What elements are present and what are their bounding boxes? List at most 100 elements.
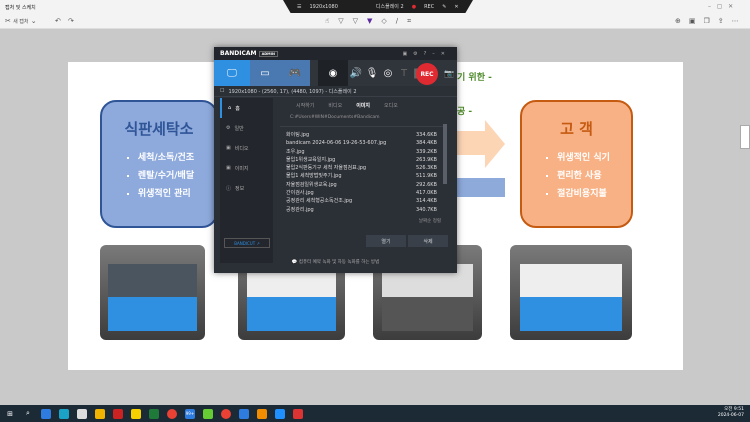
game-mode-button[interactable]: 🎮 [280, 60, 310, 86]
file-name: 물입2식판등기구 세척 자율점검표.jpg [286, 165, 367, 172]
right-tools[interactable]: ⊕▣❐⇪⋯ [675, 17, 747, 25]
chrome-icon[interactable] [221, 408, 231, 419]
file-name: bandicam 2024-06-06 19-26-53-607.jpg [286, 140, 387, 147]
photo-4 [510, 245, 632, 340]
sidebar-item-info[interactable]: ⓘ 정보 [220, 178, 273, 198]
hdmi-mode-button[interactable]: ▭ [250, 60, 280, 86]
file-name: 조우.jpg [286, 148, 305, 155]
tab-image[interactable]: 이미지 [356, 102, 370, 109]
camera-icon[interactable]: 📷 [444, 69, 454, 78]
file-row[interactable]: 간이검사.jpg 417.0KB [276, 189, 451, 197]
file-name: 물입1위생교육일지.jpg [286, 156, 336, 163]
text-icon[interactable]: T [396, 60, 412, 86]
sort-button[interactable]: 날짜순 정렬 [419, 218, 441, 224]
pen-icon[interactable]: ✎ [442, 4, 446, 10]
app-icon[interactable] [275, 408, 285, 419]
gear-icon: ⚙ [226, 125, 231, 131]
file-size: 340.7KB [415, 206, 437, 213]
app-title: 캡처 및 스케치 [5, 5, 36, 11]
checkbox-icon[interactable]: ☐ [220, 88, 224, 94]
bandicam-icon[interactable] [113, 408, 123, 419]
recording-bar[interactable]: ☰ 1920x1080 디스플레이 2 ● REC ✎ ✕ [283, 0, 473, 13]
right-box: 고 객 위생적인 식기편리한 사용절감비용지불 [520, 100, 633, 228]
sidebar-item-video[interactable]: ▣ 비디오 [220, 138, 273, 158]
mic-icon[interactable]: 🎙 [364, 60, 380, 86]
chrome-icon[interactable] [167, 408, 177, 419]
blue-bar [450, 178, 505, 197]
arrow-head [485, 120, 505, 168]
screen-mode-button[interactable]: 🖵 [214, 60, 250, 86]
list-item: 편리한 사용 [557, 168, 610, 181]
file-row[interactable]: 화이팅.jpg 334.6KB [276, 131, 451, 139]
display-label: 디스플레이 2 [375, 4, 404, 10]
tab-start[interactable]: 시작하기 [296, 102, 314, 109]
window-controls[interactable]: – ▢ ✕ [708, 3, 733, 10]
sidebar-item-image[interactable]: ▣ 이미지 [220, 158, 273, 178]
scrollbar[interactable] [443, 124, 447, 184]
list-item: 절감비용지불 [557, 186, 610, 199]
file-name: 공정관리.jpg [286, 206, 314, 213]
rec-button[interactable]: REC [416, 63, 438, 85]
file-size: 292.6KB [415, 181, 437, 188]
explorer-icon[interactable] [95, 408, 105, 419]
file-row[interactable]: 물입1위생교육일지.jpg 263.9KB [276, 156, 451, 164]
video-icon: ▣ [226, 145, 231, 151]
store-icon[interactable] [77, 408, 87, 419]
sidebar-item-general[interactable]: ⚙ 일반 [220, 118, 273, 138]
slide-text-2: 공 - [457, 107, 473, 117]
doc-icon[interactable] [257, 408, 267, 419]
search-icon[interactable]: ⌕ [23, 409, 33, 419]
rec-label[interactable]: REC [424, 4, 434, 10]
file-size: 526.3KB [415, 165, 437, 172]
file-size: 339.2KB [415, 148, 437, 155]
sidebar-item-home[interactable]: ⌂ 홈 [220, 98, 273, 118]
edge-icon[interactable] [59, 408, 69, 419]
side-popup[interactable] [740, 125, 750, 149]
file-row[interactable]: 자율점검일위생교육.jpg 292.6KB [276, 181, 451, 189]
resolution-label: 1920x1080 [309, 3, 338, 10]
app-icon[interactable] [41, 408, 51, 419]
left-box-title: 식판세탁소 [124, 120, 194, 138]
delete-button[interactable]: 삭제 [408, 235, 448, 247]
file-name: 물입1 세척방법및주기.jpg [286, 173, 342, 180]
bandicam-logo: BANDICAM ADMIN [220, 50, 278, 57]
start-icon[interactable]: ⊞ [5, 409, 15, 419]
file-row[interactable]: bandicam 2024-06-06 19-26-53-607.jpg 384.… [276, 139, 451, 147]
list-item: 세척/소독/건조 [138, 150, 194, 163]
new-capture-button[interactable]: ✂ 새 캡처 ⌄ [5, 17, 37, 25]
speaker-icon[interactable]: 🔊 [348, 60, 364, 86]
help-link[interactable]: 💬 컴퓨터 예약 녹화 및 자동 녹화를 하는 방법 [214, 259, 457, 265]
redo-icon[interactable]: ↷ [68, 17, 74, 25]
file-row[interactable]: 물입2식판등기구 세척 자율점검표.jpg 526.3KB [276, 164, 451, 172]
file-row[interactable]: 조우.jpg 339.2KB [276, 148, 451, 156]
undo-icon[interactable]: ↶ [55, 17, 61, 25]
right-box-title: 고 객 [560, 120, 593, 138]
file-name: 자율점검일위생교육.jpg [286, 181, 337, 188]
excel-icon[interactable] [149, 408, 159, 419]
clock[interactable]: 오전 9:51 2024-06-07 [718, 407, 744, 419]
pen-tools[interactable]: ☝▽▽▼◇∕⌗ [325, 17, 420, 26]
tab-video[interactable]: 비디오 [328, 102, 342, 109]
bandicam-titlebar: BANDICAM ADMIN ▣⚙?–✕ [214, 47, 457, 60]
folder-path[interactable]: C:#Users#WIN#Documents#Bandicam [280, 109, 447, 127]
main-panel: 시작하기 비디오 이미지 오디오 C:#Users#WIN#Documents#… [276, 98, 451, 258]
tab-audio[interactable]: 오디오 [384, 102, 398, 109]
file-row[interactable]: 공정관리.jpg 340.7KB [276, 206, 451, 214]
file-name: 간이검사.jpg [286, 190, 314, 197]
file-row[interactable]: 공정관리 세척형공소독건조.jpg 314.4KB [276, 197, 451, 205]
file-size: 417.0KB [415, 190, 437, 197]
window-controls[interactable]: ▣⚙?–✕ [402, 51, 451, 57]
cursor-icon[interactable]: ◎ [380, 60, 396, 86]
webcam-icon[interactable]: ◉ [318, 60, 348, 86]
open-button[interactable]: 열기 [366, 235, 406, 247]
kakao-icon[interactable] [131, 408, 141, 419]
app-icon[interactable] [293, 408, 303, 419]
photo-1 [100, 245, 205, 340]
app-icon[interactable] [203, 408, 213, 419]
file-row[interactable]: 물입1 세척방법및주기.jpg 511.9KB [276, 172, 451, 180]
close-icon[interactable]: ✕ [454, 4, 458, 10]
menu-icon[interactable]: ☰ [297, 4, 301, 10]
mail-icon[interactable]: 99+ [185, 408, 195, 419]
doc-icon[interactable] [239, 408, 249, 419]
bandicut-button[interactable]: BANDICUT ↗ [224, 238, 270, 248]
